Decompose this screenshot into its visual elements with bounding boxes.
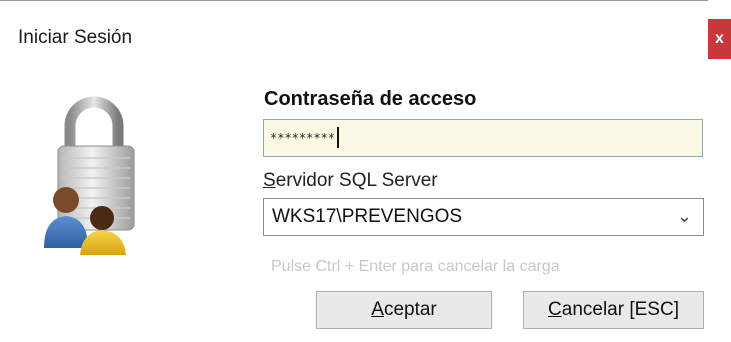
accept-label: ceptar — [383, 299, 437, 320]
server-label: Servidor SQL Server — [263, 170, 438, 192]
accept-mnemonic: A — [371, 299, 384, 320]
password-input[interactable] — [263, 119, 703, 157]
cancel-label: ancelar [ESC] — [561, 299, 679, 320]
cancel-load-hint: Pulse Ctrl + Enter para cancelar la carg… — [271, 258, 560, 275]
accept-button[interactable]: Aceptar — [316, 291, 492, 329]
text-caret — [337, 127, 339, 148]
cancel-button[interactable]: Cancelar [ESC] — [523, 291, 704, 329]
close-icon: x — [715, 30, 724, 47]
server-select-value: WKS17\PREVENGOS — [272, 206, 463, 227]
server-label-text: ervidor SQL Server — [275, 170, 438, 191]
chevron-down-icon[interactable]: ⌄ — [677, 206, 692, 227]
top-border — [0, 0, 708, 1]
login-dialog: Iniciar Sesión x Contraseña de acceso **… — [0, 0, 731, 342]
server-select[interactable]: WKS17\PREVENGOS ⌄ — [263, 198, 704, 236]
window-title: Iniciar Sesión — [18, 27, 133, 48]
close-button[interactable]: x — [708, 19, 731, 59]
server-label-mnemonic: S — [263, 170, 276, 191]
password-heading: Contraseña de acceso — [264, 88, 477, 110]
cancel-mnemonic: C — [548, 299, 562, 320]
lock-users-icon — [44, 96, 135, 255]
